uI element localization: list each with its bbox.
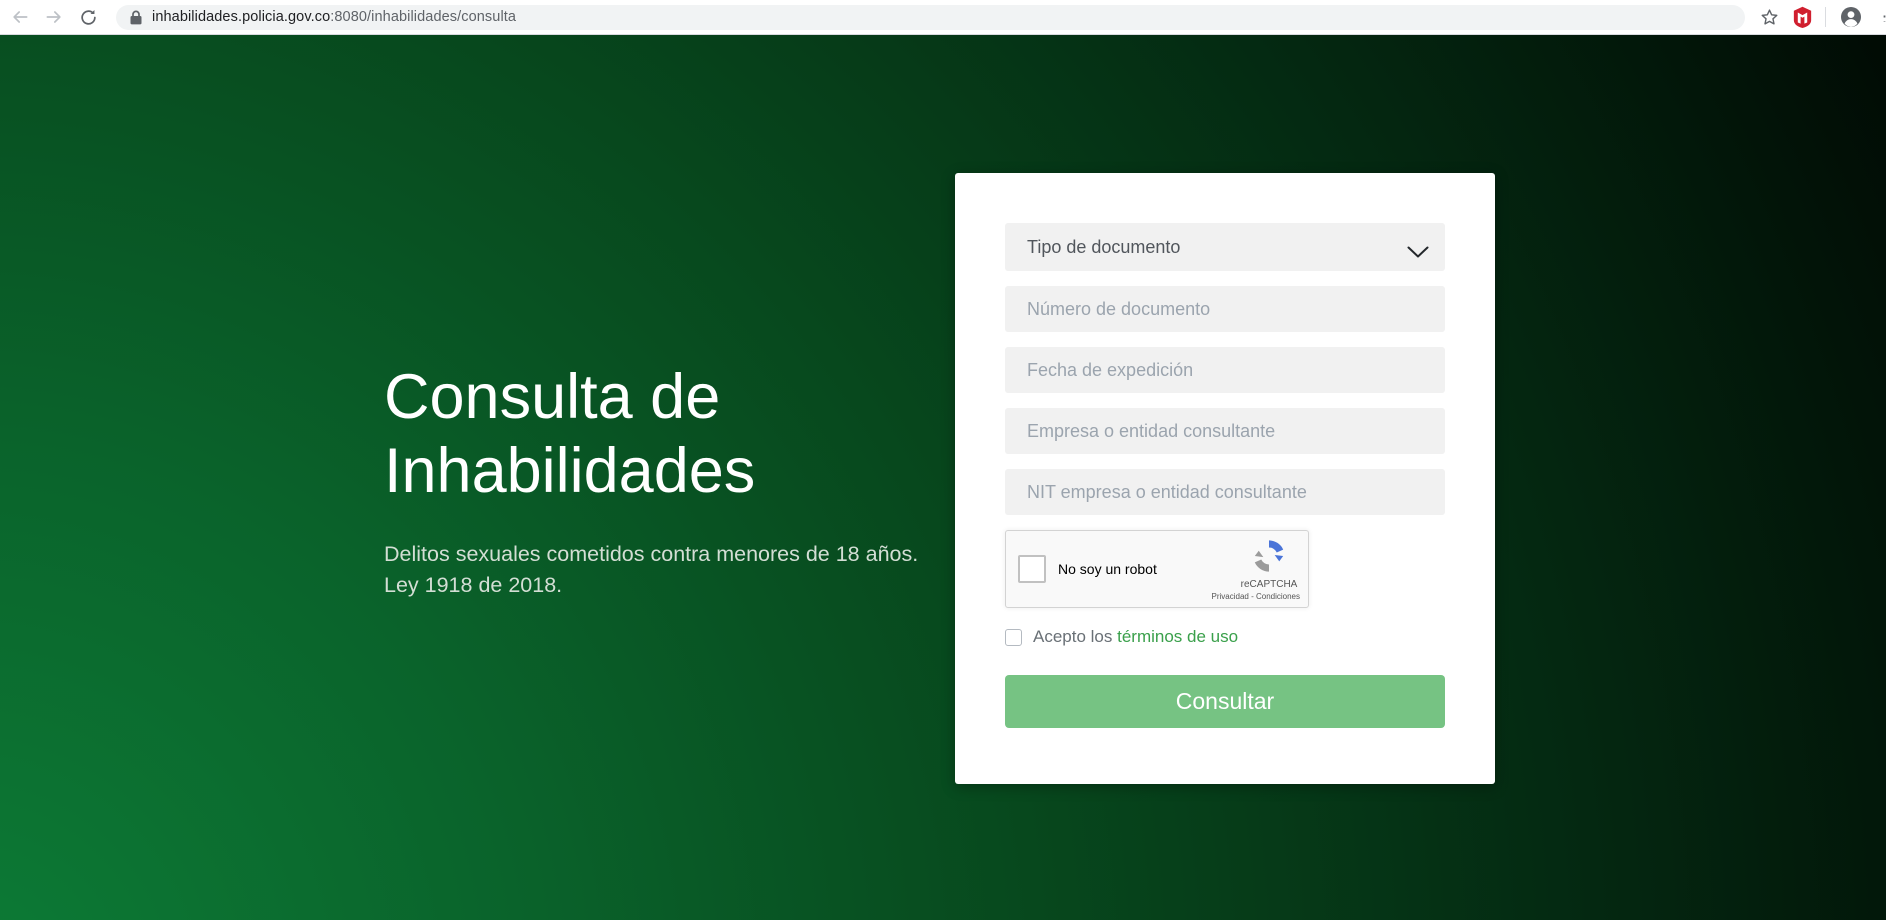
bookmark-star-icon[interactable] bbox=[1759, 7, 1780, 28]
consulta-form-card: Tipo de documento No soy un robot bbox=[955, 173, 1495, 784]
address-bar[interactable]: inhabilidades.policia.gov.co:8080/inhabi… bbox=[116, 5, 1745, 30]
lock-icon[interactable] bbox=[130, 10, 142, 25]
document-type-select[interactable]: Tipo de documento bbox=[1005, 223, 1445, 271]
mcafee-extension-icon[interactable] bbox=[1793, 6, 1812, 28]
page-subtitle-line2: Ley 1918 de 2018. bbox=[384, 570, 918, 601]
toolbar-separator bbox=[1825, 7, 1826, 27]
consulta-page: Consulta de Inhabilidades Delitos sexual… bbox=[0, 35, 1886, 920]
recaptcha-widget: No soy un robot reCAPTCHA Privacidad - C… bbox=[1005, 530, 1309, 608]
company-name-input[interactable] bbox=[1005, 408, 1445, 454]
recaptcha-logo-icon bbox=[1252, 539, 1286, 578]
chevron-down-icon bbox=[1407, 242, 1429, 263]
recaptcha-privacy-links[interactable]: Privacidad - Condiciones bbox=[1212, 592, 1301, 601]
browser-toolbar: inhabilidades.policia.gov.co:8080/inhabi… bbox=[0, 0, 1886, 35]
company-nit-input[interactable] bbox=[1005, 469, 1445, 515]
page-title-line1: Consulta de bbox=[384, 360, 918, 434]
back-icon[interactable] bbox=[10, 7, 30, 27]
page-title-line2: Inhabilidades bbox=[384, 434, 918, 508]
expedition-date-input[interactable] bbox=[1005, 347, 1445, 393]
hero-text: Consulta de Inhabilidades Delitos sexual… bbox=[384, 360, 918, 601]
terms-checkbox[interactable] bbox=[1005, 629, 1022, 646]
profile-avatar-icon[interactable] bbox=[1839, 5, 1863, 29]
terms-label-prefix: Acepto los bbox=[1033, 627, 1117, 646]
page-subtitle-line1: Delitos sexuales cometidos contra menore… bbox=[384, 539, 918, 570]
consultar-button[interactable]: Consultar bbox=[1005, 675, 1445, 728]
page-title: Consulta de Inhabilidades bbox=[384, 360, 918, 509]
url-path: :8080/inhabilidades/consulta bbox=[330, 9, 516, 25]
browser-menu-icon[interactable]: ⋮ bbox=[1876, 12, 1886, 22]
document-type-value: Tipo de documento bbox=[1027, 237, 1180, 258]
url-text: inhabilidades.policia.gov.co:8080/inhabi… bbox=[152, 9, 516, 25]
terms-of-use-link[interactable]: términos de uso bbox=[1117, 627, 1238, 646]
page-subtitle: Delitos sexuales cometidos contra menore… bbox=[384, 539, 918, 601]
reload-icon[interactable] bbox=[78, 7, 98, 27]
document-number-input[interactable] bbox=[1005, 286, 1445, 332]
terms-label: Acepto los términos de uso bbox=[1033, 627, 1238, 647]
terms-row: Acepto los términos de uso bbox=[1005, 627, 1445, 647]
recaptcha-checkbox[interactable] bbox=[1018, 555, 1046, 583]
url-domain: inhabilidades.policia.gov.co bbox=[152, 9, 330, 25]
recaptcha-brand: reCAPTCHA bbox=[1240, 539, 1298, 590]
forward-icon[interactable] bbox=[44, 7, 64, 27]
recaptcha-brand-name: reCAPTCHA bbox=[1240, 579, 1298, 590]
